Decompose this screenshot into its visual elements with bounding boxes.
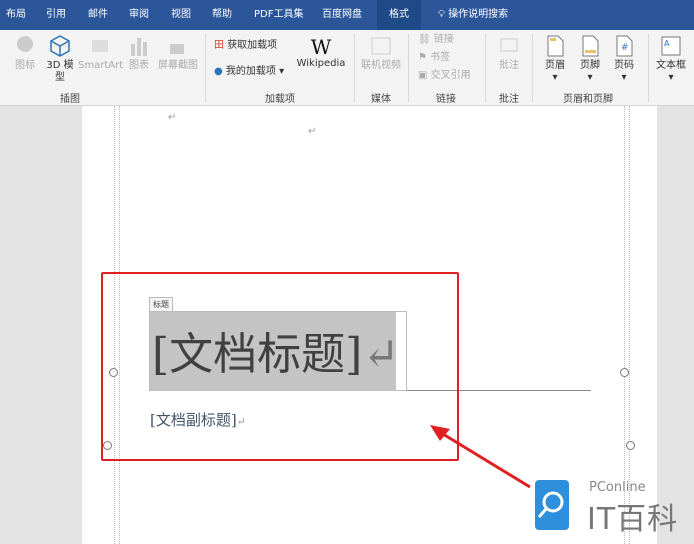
- tab-pdf[interactable]: PDF工具集: [252, 0, 305, 30]
- link-icon: ⛓: [418, 34, 431, 45]
- pconline-watermark: PConline IT百科: [535, 480, 694, 544]
- crossref-icon: ▣: [418, 70, 428, 81]
- watermark-name: IT百科: [587, 502, 679, 537]
- addin-icon: ●: [214, 66, 223, 77]
- icons-icon: [17, 36, 33, 52]
- page-number-icon: #: [616, 35, 633, 57]
- tab-review[interactable]: 审阅: [127, 0, 151, 30]
- footer-button[interactable]: 页脚 ▾: [575, 34, 605, 84]
- header-icon: [547, 35, 564, 57]
- group-label-comments: 批注: [499, 94, 519, 105]
- smartart-button[interactable]: SmartArt: [78, 34, 123, 72]
- my-addins-button[interactable]: ● 我的加载项 ▾: [214, 66, 284, 78]
- magnifier-logo-icon: [535, 480, 569, 530]
- margin-guide: [629, 106, 630, 544]
- tell-me-label: 操作说明搜索: [448, 9, 509, 20]
- tab-layout[interactable]: 布局: [4, 0, 28, 30]
- textbox-icon: A: [661, 36, 681, 56]
- wikipedia-button[interactable]: W Wikipedia: [296, 36, 346, 70]
- icons-button[interactable]: 图标: [14, 34, 36, 72]
- resize-handle[interactable]: [620, 368, 629, 377]
- group-label-header-footer: 页眉和页脚: [563, 94, 613, 105]
- separator: [408, 34, 409, 102]
- group-label-addins: 加载项: [265, 94, 295, 105]
- separator: [648, 34, 649, 102]
- paragraph-mark: ↵: [308, 126, 317, 137]
- header-button[interactable]: 页眉 ▾: [540, 34, 570, 84]
- resize-handle[interactable]: [626, 441, 635, 450]
- comment-button[interactable]: 批注: [494, 34, 524, 72]
- comment-icon: [500, 38, 518, 52]
- tab-mailings[interactable]: 邮件: [86, 0, 110, 30]
- tab-references[interactable]: 引用: [44, 0, 68, 30]
- ribbon: 图标 3D 模型 SmartArt 图表 屏幕截图 插图 田 获取加载项 ● 我…: [0, 30, 694, 106]
- screenshot-button[interactable]: 屏幕截图: [156, 34, 200, 72]
- tab-format[interactable]: 格式: [377, 0, 421, 30]
- bookmark-button[interactable]: ⚑ 书签: [418, 52, 450, 64]
- separator: [205, 34, 206, 102]
- separator: [485, 34, 486, 102]
- bar-chart-icon: [131, 38, 147, 56]
- flag-icon: ⚑: [418, 52, 427, 63]
- group-label-media: 媒体: [371, 94, 391, 105]
- margin-guide: [624, 106, 625, 544]
- separator: [354, 34, 355, 102]
- footer-icon: [582, 35, 599, 57]
- paragraph-mark: ↵: [168, 112, 177, 123]
- svg-text:A: A: [664, 39, 670, 48]
- cross-reference-button[interactable]: ▣ 交叉引用: [418, 70, 471, 82]
- group-label-illustrations: 插图: [60, 94, 80, 105]
- 3d-model-button[interactable]: 3D 模型: [46, 34, 74, 84]
- separator: [532, 34, 533, 102]
- cube-icon: [50, 35, 70, 57]
- chart-button[interactable]: 图表: [126, 34, 152, 72]
- video-icon: [371, 37, 391, 55]
- group-label-links: 链接: [436, 94, 456, 105]
- ribbon-tab-bar: 布局 引用 邮件 审阅 视图 帮助 PDF工具集 百度网盘 格式 💡︎ 操作说明…: [0, 0, 694, 30]
- arrow-annotation: [430, 425, 531, 489]
- camera-icon: [170, 44, 184, 54]
- watermark-brand: PConline: [589, 480, 646, 495]
- highlight-box: [101, 272, 459, 461]
- page-number-button[interactable]: # 页码 ▾: [609, 34, 639, 84]
- store-icon: 田: [214, 40, 224, 51]
- link-button[interactable]: ⛓ 链接: [418, 34, 454, 46]
- wikipedia-icon: W: [310, 35, 332, 59]
- svg-text:#: #: [621, 43, 629, 53]
- smartart-icon: [92, 40, 108, 52]
- tab-view[interactable]: 视图: [169, 0, 193, 30]
- tell-me-search[interactable]: 💡︎ 操作说明搜索: [436, 0, 510, 30]
- lightbulb-icon: 💡︎: [438, 9, 445, 20]
- tab-baidu[interactable]: 百度网盘: [320, 0, 364, 30]
- tab-help[interactable]: 帮助: [210, 0, 234, 30]
- textbox-button[interactable]: A 文本框 ▾: [653, 34, 689, 84]
- online-video-button[interactable]: 联机视频: [360, 34, 402, 72]
- get-addins-button[interactable]: 田 获取加载项: [214, 40, 277, 52]
